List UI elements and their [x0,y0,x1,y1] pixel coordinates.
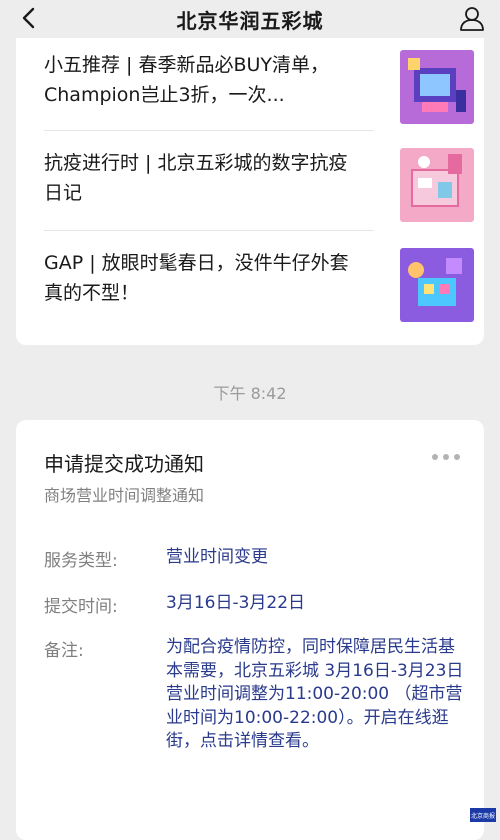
article-item[interactable]: 小五推荐 | 春季新品必BUY清单，Champion岂止3折，一次... [44,50,474,124]
article-title: 抗疫进行时 | 北京五彩城的数字抗疫日记 [44,152,348,204]
user-icon [460,7,484,31]
row-value: 为配合疫情防控，同时保障居民生活基本需要，北京五彩城 3月16日-3月23日营业… [166,637,464,751]
row-value: 3月16日-3月22日 [166,593,306,613]
row-label: 备注: [44,641,84,661]
article-thumbnail [400,148,474,222]
back-button[interactable] [16,6,40,30]
divider [44,130,374,131]
article-thumbnail [400,50,474,124]
more-dots-icon[interactable] [432,454,460,460]
notification-row: 提交时间: 3月16日-3月22日 [44,592,466,617]
notification-row: 服务类型: 营业时间变更 [44,546,466,571]
row-value: 营业时间变更 [166,547,268,567]
notification-title: 申请提交成功通知 [44,452,204,476]
chevron-left-icon [22,7,35,29]
divider [44,230,374,231]
page-title: 北京华润五彩城 [176,8,324,33]
article-title: GAP | 放眼时髦春日，没件牛仔外套真的不型！ [44,252,349,304]
row-label: 服务类型: [44,551,118,571]
profile-button[interactable] [458,4,486,32]
message-timestamp: 下午 8:42 [213,384,287,403]
watermark-logo: 北京商报 [470,808,496,822]
article-thumbnail [400,248,474,322]
article-list-card: 小五推荐 | 春季新品必BUY清单，Champion岂止3折，一次... 抗疫进… [16,38,484,345]
notification-row: 备注: 为配合疫情防控，同时保障居民生活基本需要，北京五彩城 3月16日-3月2… [44,636,466,754]
notification-subtitle: 商场营业时间调整通知 [44,486,205,505]
article-title: 小五推荐 | 春季新品必BUY清单，Champion岂止3折，一次... [44,54,330,106]
article-item[interactable]: 抗疫进行时 | 北京五彩城的数字抗疫日记 [44,148,474,222]
notification-card[interactable]: 申请提交成功通知 商场营业时间调整通知 服务类型: 营业时间变更 提交时间: 3… [16,420,484,840]
article-item[interactable]: GAP | 放眼时髦春日，没件牛仔外套真的不型！ [44,248,474,322]
top-nav-bar: 北京华润五彩城 [0,0,500,38]
row-label: 提交时间: [44,597,118,617]
